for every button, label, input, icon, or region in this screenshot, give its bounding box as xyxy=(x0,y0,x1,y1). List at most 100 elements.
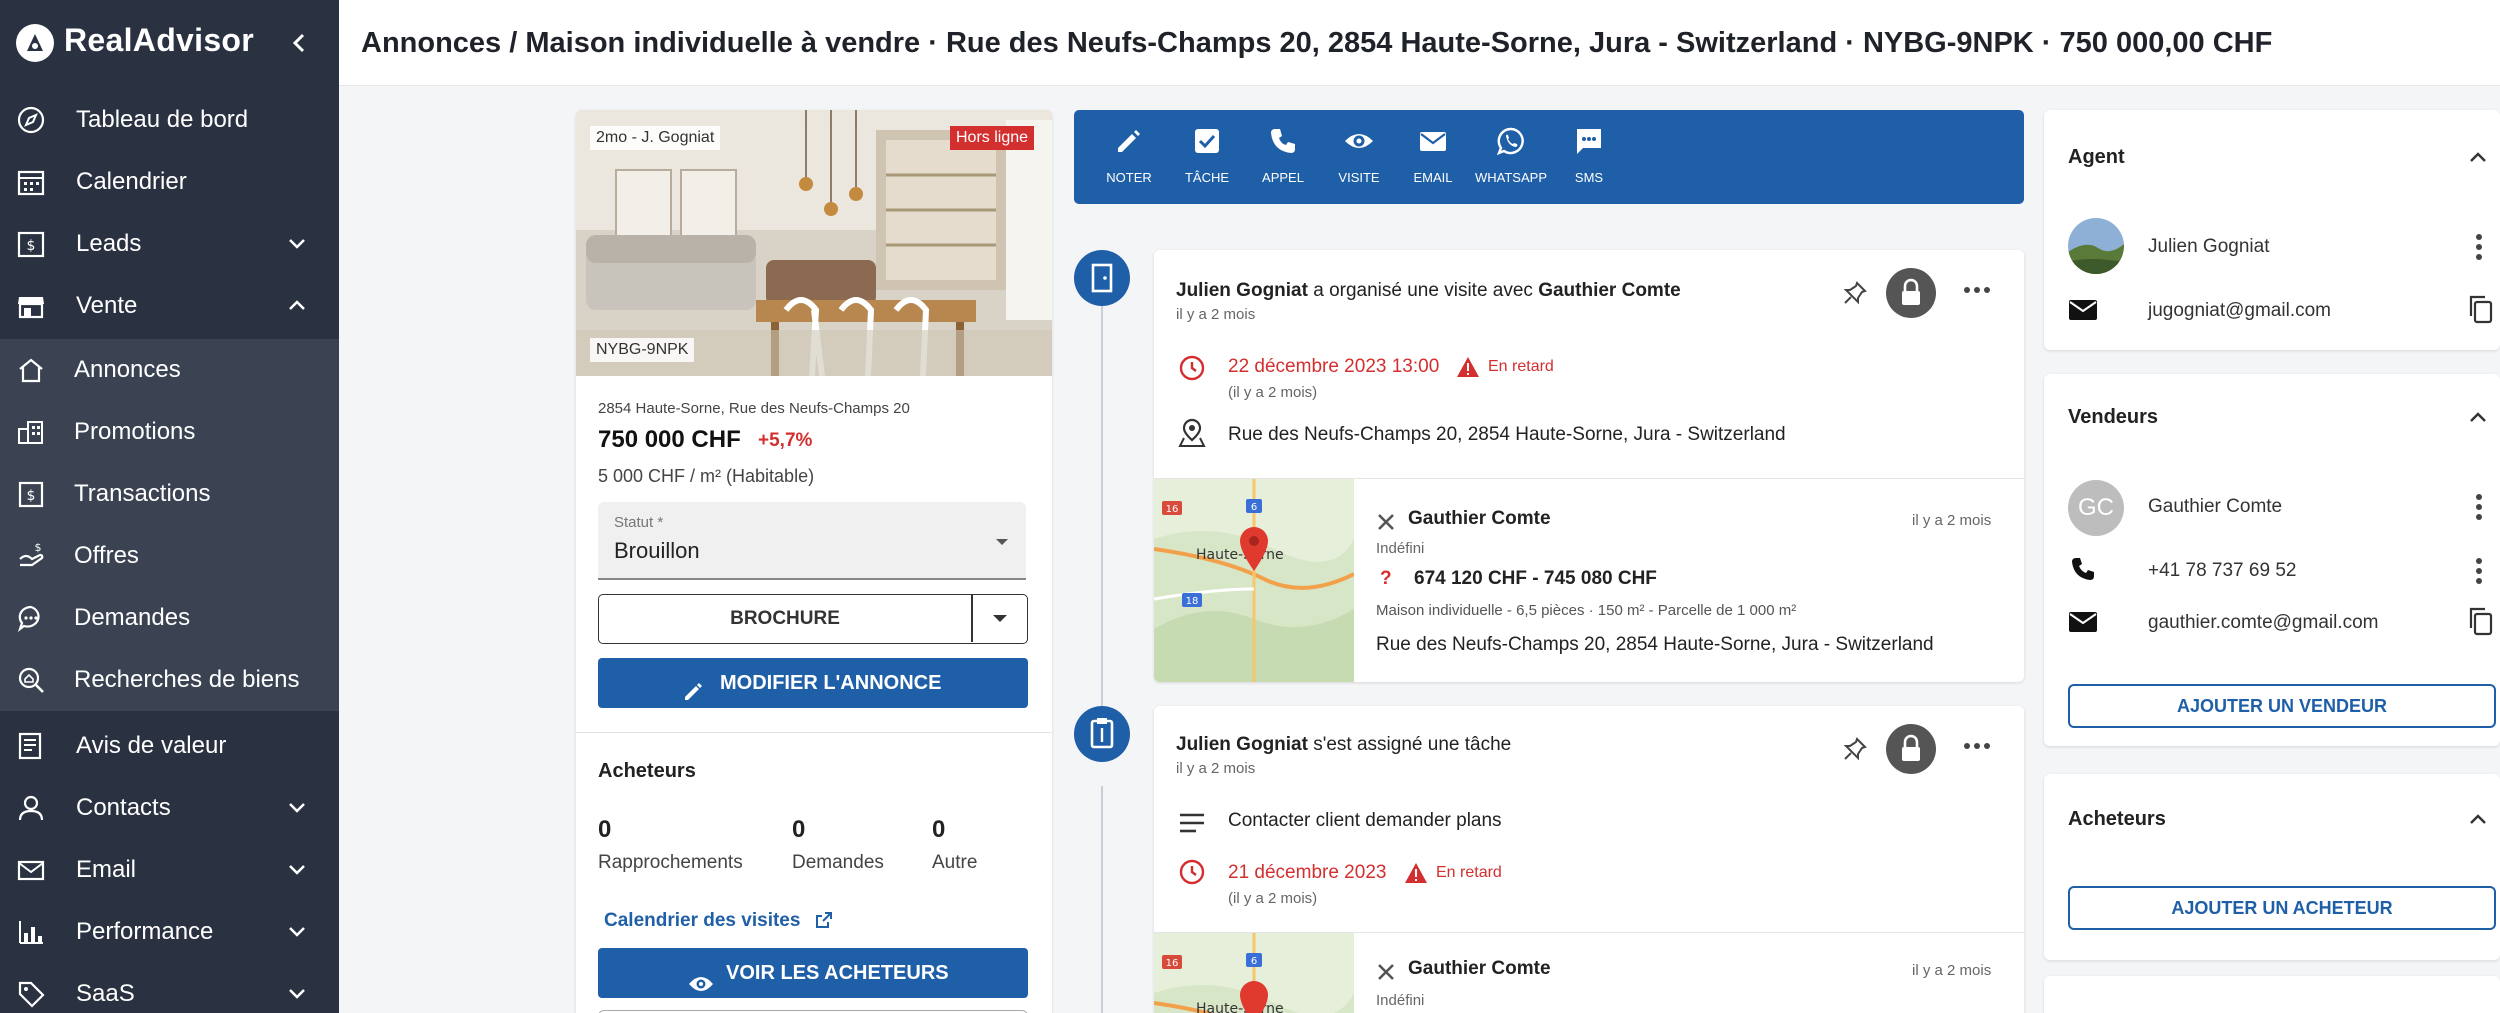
map-label: 16 xyxy=(1166,504,1179,515)
event-actor[interactable]: Julien Gogniat xyxy=(1176,280,1308,301)
view-buyers-button[interactable]: VOIR LES ACHETEURS xyxy=(598,948,1028,998)
sidebar-item-calendrier[interactable]: Calendrier xyxy=(0,151,339,213)
sidebar-item-avis-de-valeur[interactable]: Avis de valeur xyxy=(0,715,339,777)
sidebar-item-performance[interactable]: Performance xyxy=(0,901,339,963)
map-label: 6 xyxy=(1251,956,1257,967)
contact-status: Indéfini xyxy=(1376,540,1425,557)
agent-email[interactable]: jugogniat@gmail.com xyxy=(2148,300,2331,322)
sidebar-item-recherches-de-biens[interactable]: Recherches de biens xyxy=(0,649,339,711)
task-date-relative: (il y a 2 mois) xyxy=(1228,890,1318,907)
more-options-icon[interactable] xyxy=(1962,738,1992,756)
requests-label: Demandes xyxy=(792,852,884,873)
event-actor[interactable]: Julien Gogniat xyxy=(1176,734,1308,755)
price-per-m2: 5 000 CHF / m² (Habitable) xyxy=(598,466,815,486)
sidebar-item-label: Performance xyxy=(76,918,214,945)
lock-button[interactable] xyxy=(1886,724,1936,774)
call-action-button[interactable]: APPEL xyxy=(1248,110,1318,204)
external-link-icon[interactable] xyxy=(814,910,834,935)
sidebar-item-saas[interactable]: SaaS xyxy=(0,963,339,1013)
sidebar-item-transactions[interactable]: $ Transactions xyxy=(0,463,339,525)
realadvisor-logo-icon[interactable] xyxy=(16,24,54,62)
visit-date-relative: (il y a 2 mois) xyxy=(1228,384,1318,401)
sidebar-item-email[interactable]: Email xyxy=(0,839,339,901)
sidebar: RealAdvisor Tableau de bord Calendrier $… xyxy=(0,0,339,1013)
sidebar-item-contacts[interactable]: Contacts xyxy=(0,777,339,839)
requests-count: 0 xyxy=(792,816,806,843)
sidebar-item-demandes[interactable]: Demandes xyxy=(0,587,339,649)
svg-text:$: $ xyxy=(27,238,36,254)
sidebar-header: RealAdvisor xyxy=(0,0,339,86)
seller-email[interactable]: gauthier.comte@gmail.com xyxy=(2148,612,2379,634)
collapse-sidebar-icon[interactable] xyxy=(284,26,314,60)
copy-icon[interactable] xyxy=(2468,606,2494,641)
app-name[interactable]: RealAdvisor xyxy=(64,22,254,59)
agent-name[interactable]: Julien Gogniat xyxy=(2148,236,2269,258)
chevron-up-icon xyxy=(284,291,310,321)
brochure-button[interactable]: BROCHURE xyxy=(599,595,971,642)
view-buyers-label: VOIR LES ACHETEURS xyxy=(726,962,949,984)
brochure-dropdown-button[interactable] xyxy=(973,595,1027,642)
sidebar-item-annonces[interactable]: Annonces xyxy=(0,339,339,401)
reference-badge: NYBG-9NPK xyxy=(590,338,695,362)
other-count: 0 xyxy=(932,816,946,843)
copy-icon[interactable] xyxy=(2468,294,2494,329)
sms-icon xyxy=(1577,129,1601,154)
edit-listing-button[interactable]: MODIFIER L'ANNONCE xyxy=(598,658,1028,708)
task-due-date: 21 décembre 2023 xyxy=(1228,862,1387,883)
whatsapp-action-button[interactable]: WHATSAPP xyxy=(1475,110,1547,204)
divider xyxy=(576,732,1052,733)
more-options-icon[interactable] xyxy=(1962,282,1992,300)
status-select[interactable]: Statut * Brouillon xyxy=(598,502,1026,580)
chevron-down-icon xyxy=(284,917,310,947)
task-action-button[interactable]: TÂCHE xyxy=(1172,110,1242,204)
location-map[interactable]: 16 6 Haute-Sorne xyxy=(1154,933,1354,1013)
agent-more-icon[interactable] xyxy=(2474,232,2484,262)
sidebar-item-leads[interactable]: $ Leads xyxy=(0,213,339,275)
seller-phone[interactable]: +41 78 737 69 52 xyxy=(2148,560,2296,582)
map-marker-icon xyxy=(1240,981,1268,1013)
pin-icon[interactable] xyxy=(1842,280,1868,311)
seller-more-icon[interactable] xyxy=(2474,492,2484,522)
contact-name[interactable]: Gauthier Comte xyxy=(1408,958,1551,980)
sellers-panel: Vendeurs GC Gauthier Comte +41 78 737 69… xyxy=(2044,374,2500,746)
collapse-icon[interactable] xyxy=(2468,410,2488,424)
sidebar-item-vente[interactable]: Vente xyxy=(0,275,339,337)
seller-name[interactable]: Gauthier Comte xyxy=(2148,496,2282,518)
seller-avatar[interactable]: GC xyxy=(2068,480,2124,536)
edit-listing-label: MODIFIER L'ANNONCE xyxy=(720,672,942,694)
sidebar-item-offres[interactable]: $ Offres xyxy=(0,525,339,587)
pencil-icon xyxy=(682,672,704,722)
chevron-down-icon xyxy=(284,979,310,1009)
sidebar-item-tableau-de-bord[interactable]: Tableau de bord xyxy=(0,89,339,151)
location-map[interactable]: 16 6 Haute-Sorne 18 xyxy=(1154,479,1354,682)
lock-button[interactable] xyxy=(1886,268,1936,318)
visits-calendar-link[interactable]: Calendrier des visites xyxy=(604,910,800,932)
pin-icon[interactable] xyxy=(1842,736,1868,767)
pencil-icon xyxy=(1118,130,1140,152)
sidebar-item-label: Promotions xyxy=(74,418,196,445)
timeline-line xyxy=(1101,300,1103,706)
email-action-button[interactable]: EMAIL xyxy=(1398,110,1468,204)
phone-more-icon[interactable] xyxy=(2474,556,2484,586)
other-label: Autre xyxy=(932,852,978,873)
timeline-line xyxy=(1101,786,1103,1013)
add-seller-button[interactable]: AJOUTER UN VENDEUR xyxy=(2068,684,2496,728)
note-action-button[interactable]: NOTER xyxy=(1094,110,1164,204)
agent-panel-title: Agent xyxy=(2068,146,2125,168)
chevron-down-icon xyxy=(284,793,310,823)
agent-avatar[interactable] xyxy=(2068,218,2124,274)
collapse-icon[interactable] xyxy=(2468,812,2488,826)
add-buyer-button[interactable]: AJOUTER UN ACHETEUR xyxy=(2068,886,2496,930)
page-title: Annonces / Maison individuelle à vendre … xyxy=(361,27,2273,59)
sidebar-item-promotions[interactable]: Promotions xyxy=(0,401,339,463)
contact-name[interactable]: Gauthier Comte xyxy=(1408,508,1551,530)
contact-time: il y a 2 mois xyxy=(1912,512,1992,529)
event-headline: Julien Gogniat s'est assigné une tâche xyxy=(1176,734,1511,756)
visit-action-button[interactable]: VISITE xyxy=(1324,110,1394,204)
map-label: Haute-Sorne xyxy=(1196,547,1284,563)
checkbox-icon xyxy=(1195,129,1219,153)
sms-action-button[interactable]: SMS xyxy=(1554,110,1624,204)
collapse-icon[interactable] xyxy=(2468,150,2488,164)
status-select-label: Statut * xyxy=(614,514,664,531)
event-target[interactable]: Gauthier Comte xyxy=(1538,280,1681,301)
